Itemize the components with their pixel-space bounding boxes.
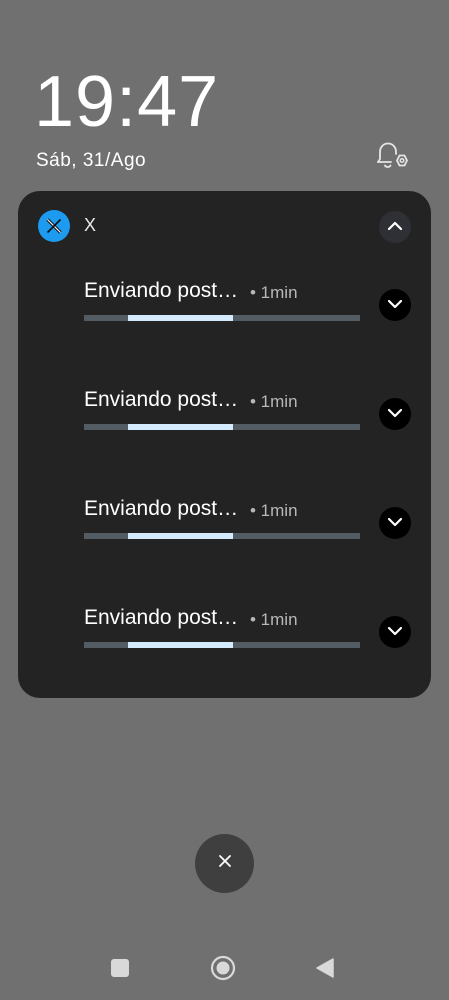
chevron-down-icon (387, 623, 403, 641)
notification-item[interactable]: Enviando post… • 1min (18, 388, 431, 458)
notification-title: Enviando post… (84, 497, 239, 520)
bell-settings-icon[interactable] (374, 140, 410, 172)
progress-bar (84, 533, 360, 539)
notification-panel: X Enviando post… • 1min Enviando post… •… (18, 191, 431, 698)
progress-bar (84, 315, 360, 321)
chevron-down-icon (387, 405, 403, 423)
expand-notification-button[interactable] (379, 507, 411, 539)
progress-bar (84, 424, 360, 430)
chevron-down-icon (387, 514, 403, 532)
notification-time: • 1min (250, 392, 298, 411)
notification-time: • 1min (250, 501, 298, 520)
clear-all-button[interactable] (195, 834, 254, 893)
notification-item[interactable]: Enviando post… • 1min (18, 497, 431, 567)
x-logo-icon (38, 210, 70, 242)
collapse-group-button[interactable] (379, 211, 411, 243)
notification-title: Enviando post… (84, 279, 239, 302)
back-icon[interactable] (315, 957, 335, 979)
progress-fill (128, 315, 233, 321)
progress-bar (84, 642, 360, 648)
progress-fill (128, 642, 233, 648)
lockscreen-date: Sáb, 31/Ago (36, 150, 147, 171)
notification-item[interactable]: Enviando post… • 1min (18, 606, 431, 676)
recents-icon[interactable] (111, 959, 129, 977)
expand-notification-button[interactable] (379, 289, 411, 321)
chevron-up-icon (387, 218, 403, 236)
notification-title: Enviando post… (84, 606, 239, 629)
app-name: X (84, 215, 97, 235)
chevron-down-icon (387, 296, 403, 314)
notification-item[interactable]: Enviando post… • 1min (18, 279, 431, 349)
home-icon[interactable] (210, 955, 236, 981)
expand-notification-button[interactable] (379, 616, 411, 648)
notification-time: • 1min (250, 283, 298, 302)
progress-fill (128, 533, 233, 539)
expand-notification-button[interactable] (379, 398, 411, 430)
close-icon (218, 854, 232, 873)
lockscreen-clock: 19:47 (34, 62, 220, 142)
notification-time: • 1min (250, 610, 298, 629)
notification-title: Enviando post… (84, 388, 239, 411)
progress-fill (128, 424, 233, 430)
